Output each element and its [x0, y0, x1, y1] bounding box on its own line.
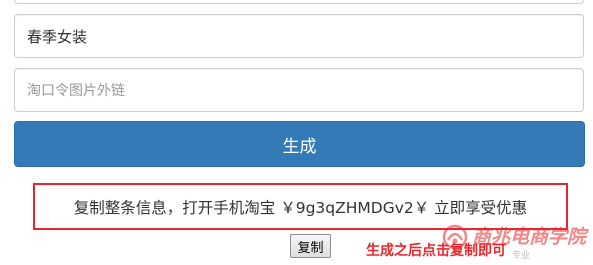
title-input-field[interactable]: 春季女装	[14, 14, 584, 58]
title-input-value: 春季女装	[27, 27, 88, 46]
generate-button[interactable]: 生成	[14, 121, 585, 167]
watermark-brand: 商兆电商学院	[472, 226, 587, 248]
result-text: 复制整条信息，打开手机淘宝 ￥9g3qZHMDGv2￥ 立即享受优惠	[73, 198, 528, 217]
watermark-tagline: 专业	[512, 251, 531, 261]
image-link-placeholder: 淘口令图片外链	[27, 83, 125, 99]
watermark-logo-icon	[442, 224, 468, 250]
copy-button[interactable]: 复制	[290, 234, 331, 258]
watermark: 商兆电商学院 专业	[442, 222, 592, 262]
image-link-input-field[interactable]: 淘口令图片外链	[14, 68, 584, 112]
top-input-field[interactable]	[14, 0, 584, 4]
